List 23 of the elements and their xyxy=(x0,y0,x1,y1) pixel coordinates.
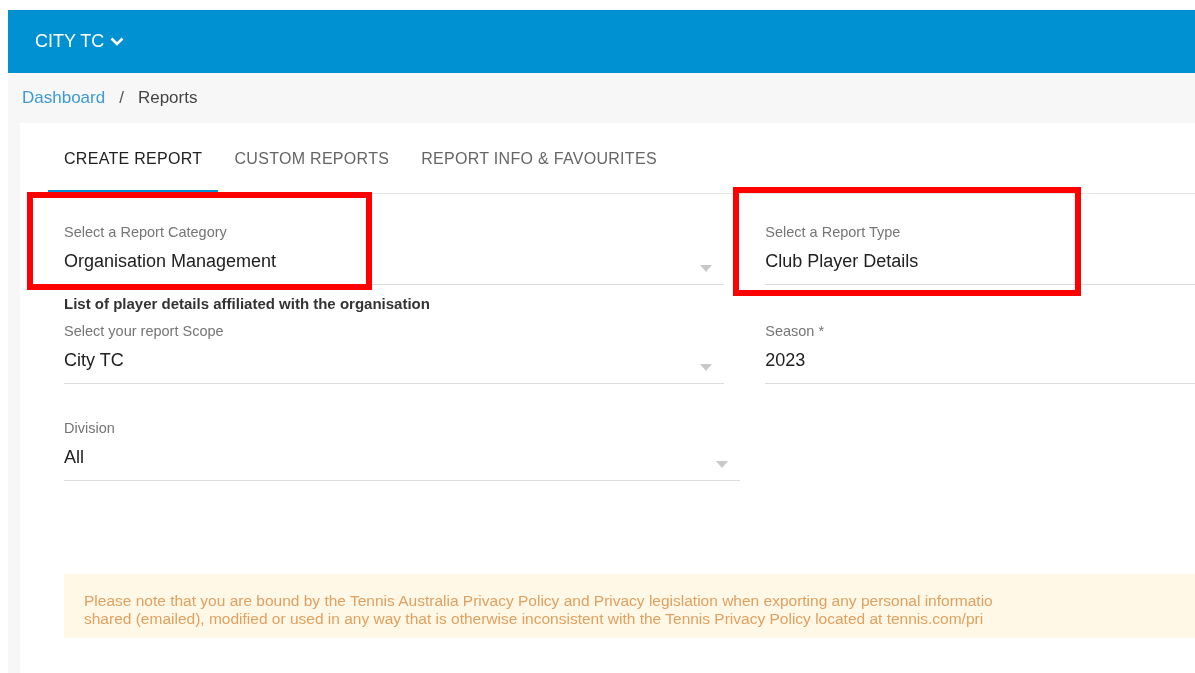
select-field[interactable]: Select a Report Category Organisation Management xyxy=(64,208,725,285)
select-value: All xyxy=(64,446,84,469)
field-label: Season * xyxy=(765,322,826,341)
tab[interactable]: CUSTOM REPORTS xyxy=(218,123,406,193)
organisation-menu[interactable]: CITY TC xyxy=(35,28,125,55)
select-value: Organisation Management xyxy=(64,250,277,273)
notice-text: Please note that you are bound by the Tennis Australia Privacy Policy and Privacy legislation when exporting any personal informatio xyxy=(84,592,993,610)
select-value: 2023 xyxy=(765,349,806,372)
tab[interactable]: REPORT INFO & FAVOURITES xyxy=(405,123,673,193)
select-field[interactable]: Season * 2023 xyxy=(765,307,1195,384)
select-field[interactable]: Division All xyxy=(64,404,740,481)
field-label: Division xyxy=(64,419,116,438)
select-value: City TC xyxy=(64,349,124,372)
breadcrumb-separator: / xyxy=(119,87,124,110)
tab[interactable]: CREATE REPORT xyxy=(48,123,219,193)
field-label: Select a Report Type xyxy=(765,223,902,242)
select-value: Club Player Details xyxy=(765,250,919,273)
field-label: Select your report Scope xyxy=(64,322,225,341)
breadcrumb-current: Reports xyxy=(137,87,198,110)
field-label: Select a Report Category xyxy=(64,223,228,242)
chevron-down-icon xyxy=(110,37,125,46)
notice-text: shared (emailed), modified or used in any way that is otherwise inconsistent with the Tennis Privacy Policy located at tennis.com/pri xyxy=(84,610,984,628)
select-field[interactable]: Select a Report Type Club Player Details xyxy=(765,208,1195,285)
